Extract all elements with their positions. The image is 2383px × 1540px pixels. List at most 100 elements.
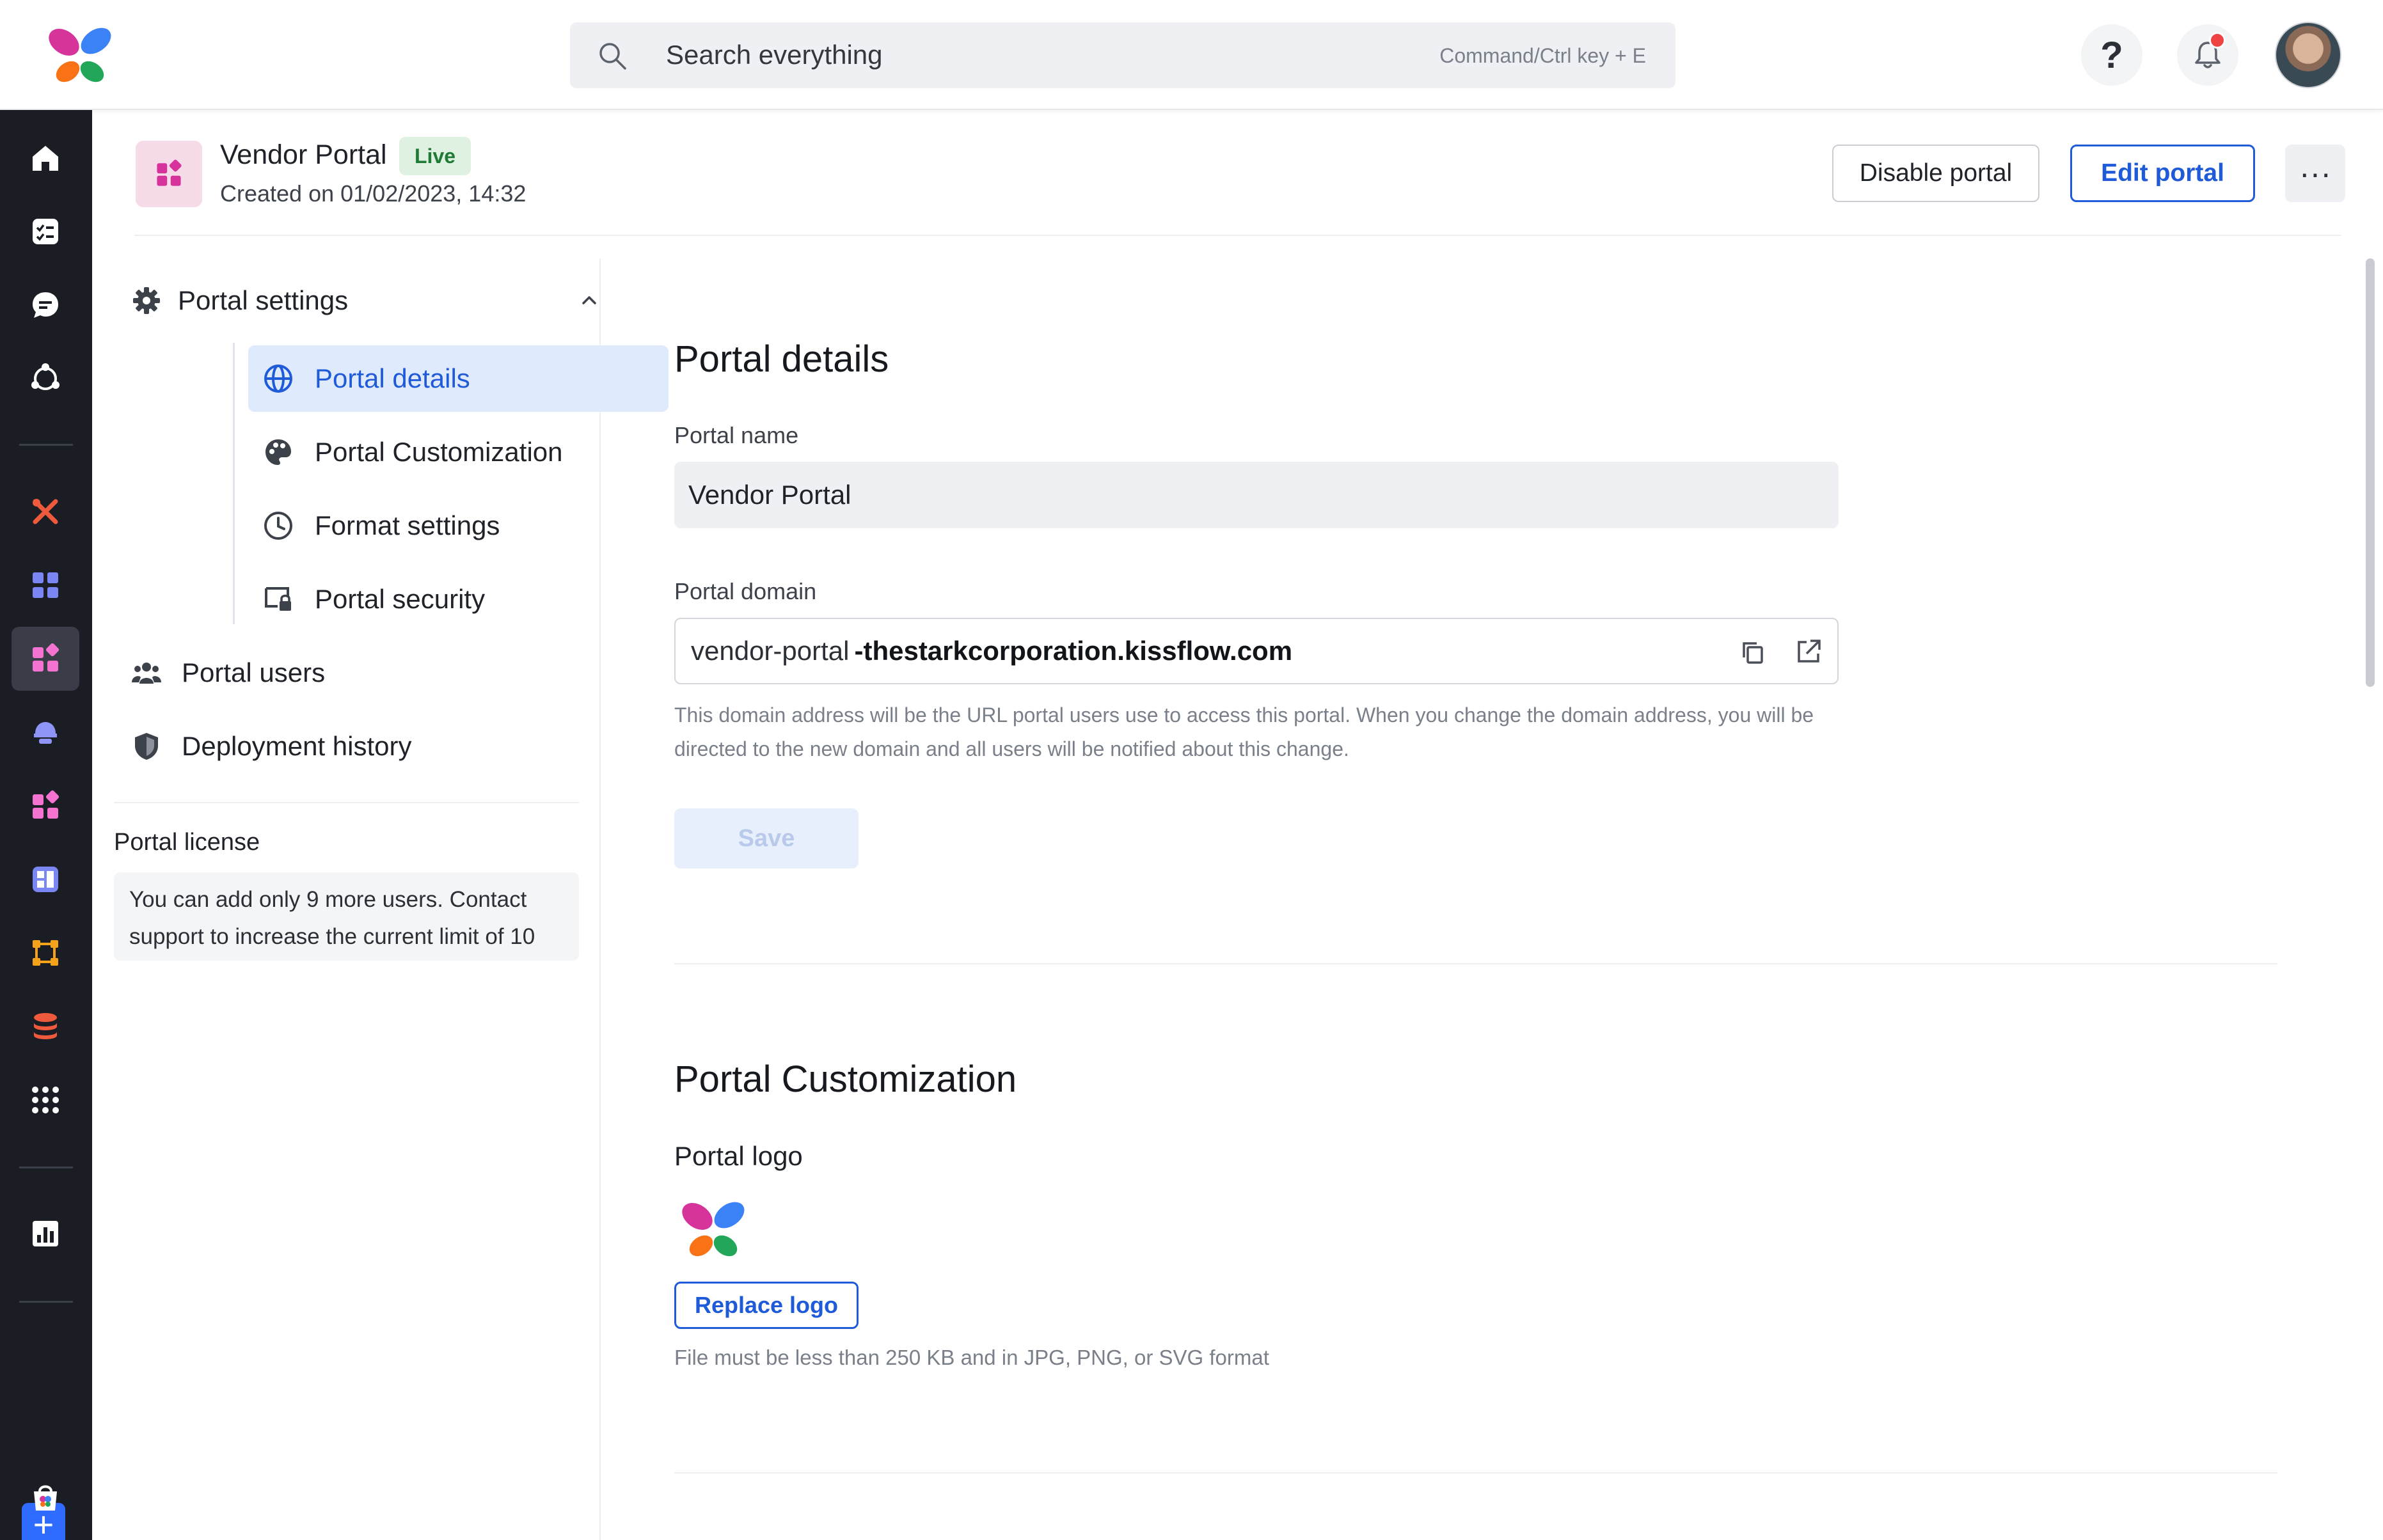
widgets-icon bbox=[33, 790, 59, 819]
bar-chart-icon bbox=[33, 1221, 58, 1246]
question-icon: ? bbox=[2100, 34, 2123, 76]
section-divider bbox=[674, 963, 2277, 964]
chat-icon bbox=[33, 292, 58, 318]
notifications-button[interactable] bbox=[2177, 24, 2238, 86]
portal-details-title: Portal details bbox=[674, 338, 889, 380]
global-search[interactable]: Command/Ctrl key + E bbox=[570, 22, 1675, 88]
rail-build[interactable] bbox=[12, 480, 79, 544]
rail-portals[interactable] bbox=[12, 627, 79, 691]
home-icon bbox=[33, 146, 58, 171]
users-icon bbox=[132, 663, 161, 684]
clock-icon bbox=[264, 512, 292, 540]
board-icon bbox=[33, 867, 58, 892]
status-badge: Live bbox=[399, 137, 471, 175]
help-button[interactable]: ? bbox=[2081, 24, 2142, 86]
search-input[interactable] bbox=[666, 35, 1306, 75]
edit-portal-button[interactable]: Edit portal bbox=[2070, 145, 2255, 202]
portal-header: Vendor Portal Live Created on 01/02/2023… bbox=[92, 110, 2383, 238]
lock-screen-icon bbox=[265, 587, 291, 611]
external-link-icon[interactable] bbox=[1794, 637, 1823, 666]
page-scrollbar[interactable] bbox=[2366, 258, 2375, 687]
rail-marketplace[interactable] bbox=[12, 1465, 79, 1528]
shopping-bag-icon bbox=[34, 1485, 57, 1511]
rail-tasks[interactable] bbox=[12, 200, 79, 263]
search-icon bbox=[599, 43, 626, 70]
portal-logo-label: Portal logo bbox=[674, 1141, 803, 1171]
settings-nav: Portal settings Portal details Portal Cu… bbox=[92, 258, 669, 1540]
grid-icon bbox=[33, 572, 58, 598]
database-icon bbox=[34, 1013, 57, 1039]
portal-domain-field[interactable]: vendor-portal -thestarkcorporation.kissf… bbox=[674, 618, 1839, 684]
rail-community[interactable] bbox=[12, 347, 79, 411]
palette-icon bbox=[265, 439, 291, 465]
user-avatar[interactable] bbox=[2275, 22, 2341, 88]
portal-icon bbox=[33, 643, 59, 672]
rail-widgets[interactable] bbox=[12, 774, 79, 838]
logo-help-text: File must be less than 250 KB and in JPG… bbox=[674, 1346, 1269, 1369]
nav-item-format-settings[interactable]: Format settings bbox=[248, 492, 669, 559]
rail-all-apps[interactable] bbox=[12, 1068, 79, 1132]
portal-license-message: You can add only 9 more users. Contact s… bbox=[114, 872, 579, 961]
nav-item-portal-security[interactable]: Portal security bbox=[248, 566, 669, 632]
created-on-text: Created on 01/02/2023, 14:32 bbox=[220, 180, 526, 207]
portal-settings-toggle[interactable]: Portal settings bbox=[131, 280, 604, 321]
portal-settings-label: Portal settings bbox=[178, 285, 349, 315]
portal-license-title: Portal license bbox=[114, 829, 260, 856]
more-options-button[interactable]: ··· bbox=[2285, 145, 2345, 202]
copy-icon[interactable] bbox=[1739, 638, 1767, 666]
nav-item-deployment-history[interactable]: Deployment history bbox=[131, 713, 551, 780]
portal-icon bbox=[157, 159, 182, 186]
nav-subrail bbox=[233, 343, 235, 624]
globe-icon bbox=[264, 365, 292, 393]
save-button[interactable]: Save bbox=[674, 808, 859, 868]
search-shortcut-hint: Command/Ctrl key + E bbox=[1439, 44, 1646, 67]
dots-grid-icon bbox=[32, 1087, 59, 1113]
rail-home[interactable] bbox=[12, 126, 79, 190]
section-divider bbox=[674, 1472, 2277, 1473]
rail-bots[interactable] bbox=[12, 700, 79, 764]
gear-icon bbox=[133, 287, 160, 314]
top-bar: Command/Ctrl key + E ? bbox=[0, 0, 2383, 110]
kissflow-logo-icon[interactable] bbox=[45, 24, 115, 88]
notification-dot bbox=[2209, 32, 2226, 49]
checklist-icon bbox=[33, 219, 58, 244]
robot-icon bbox=[34, 722, 57, 744]
replace-logo-button[interactable]: Replace logo bbox=[674, 1282, 859, 1329]
portal-name-input[interactable] bbox=[674, 462, 1839, 528]
nav-item-label: Portal Customization bbox=[315, 437, 563, 467]
portal-logo-preview bbox=[682, 1202, 745, 1257]
nav-item-portal-customization[interactable]: Portal Customization bbox=[248, 419, 669, 485]
app-rail: + bbox=[0, 110, 92, 1540]
domain-prefix[interactable]: vendor-portal bbox=[691, 636, 849, 666]
nav-item-label: Format settings bbox=[315, 510, 500, 540]
nav-item-label: Portal users bbox=[182, 657, 326, 688]
portal-name-label: Portal name bbox=[674, 422, 799, 448]
portal-tile bbox=[136, 141, 202, 207]
community-icon bbox=[31, 363, 59, 390]
rail-boards[interactable] bbox=[12, 847, 79, 911]
main-content: Portal details Portal name Portal domain… bbox=[674, 258, 2286, 1540]
nav-item-label: Deployment history bbox=[182, 731, 412, 761]
nav-item-portal-details[interactable]: Portal details bbox=[248, 345, 669, 412]
tools-icon bbox=[33, 499, 58, 524]
rail-analytics[interactable] bbox=[12, 1202, 79, 1266]
rail-chat[interactable] bbox=[12, 273, 79, 337]
nav-item-label: Portal security bbox=[315, 584, 486, 614]
nav-divider bbox=[114, 802, 579, 803]
shield-icon bbox=[135, 733, 158, 760]
ellipsis-icon: ··· bbox=[2299, 155, 2331, 191]
rail-integrations[interactable] bbox=[12, 921, 79, 985]
domain-help-text: This domain address will be the URL port… bbox=[674, 703, 1814, 760]
flow-icon bbox=[33, 940, 58, 966]
domain-suffix: -thestarkcorporation.kissflow.com bbox=[854, 636, 1293, 666]
nav-item-label: Portal details bbox=[315, 363, 470, 393]
rail-apps[interactable] bbox=[12, 553, 79, 617]
disable-portal-button[interactable]: Disable portal bbox=[1832, 145, 2039, 202]
nav-item-portal-users[interactable]: Portal users bbox=[131, 640, 551, 706]
page-title: Vendor Portal bbox=[220, 139, 387, 170]
portal-domain-label: Portal domain bbox=[674, 578, 817, 604]
rail-datasets[interactable] bbox=[12, 994, 79, 1058]
header-divider bbox=[134, 235, 2341, 236]
chevron-up-icon[interactable] bbox=[578, 289, 600, 311]
portal-customization-title: Portal Customization bbox=[674, 1058, 1017, 1100]
